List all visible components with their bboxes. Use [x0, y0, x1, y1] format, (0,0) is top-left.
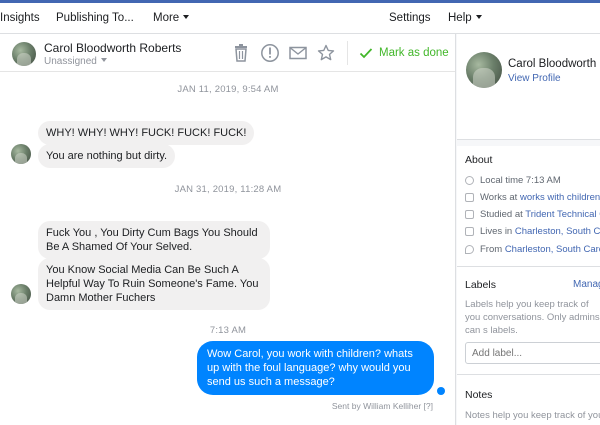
assignment-dropdown[interactable]: Unassigned: [44, 56, 107, 67]
profile-sidebar: Carol Bloodworth Roberts View Profile Ab…: [457, 34, 600, 425]
manage-labels-link[interactable]: Manag: [573, 279, 600, 290]
mail-icon[interactable]: [288, 43, 308, 63]
briefcase-icon: [465, 193, 474, 202]
about-text: From Charleston, South Carol: [480, 244, 600, 255]
labels-help-text: Labels help you keep track of you conver…: [465, 299, 600, 336]
nav-help-label: Help: [448, 12, 472, 24]
page-top-nav: Insights Publishing To... More Settings …: [0, 0, 600, 34]
profile-header: Carol Bloodworth Roberts View Profile: [457, 34, 600, 140]
home-icon: [465, 227, 474, 236]
about-title: About: [465, 154, 493, 166]
sent-by-text: Sent by William Kelliher: [331, 401, 422, 411]
graduation-icon: [465, 210, 474, 219]
nav-more[interactable]: More: [153, 12, 190, 24]
about-prefix: Works at: [480, 192, 520, 203]
conversation-pane: Carol Bloodworth Roberts Unassigned Mark…: [0, 34, 456, 425]
incoming-message: WHY! WHY! WHY! FUCK! FUCK! FUCK!: [38, 121, 255, 145]
date-separator: JAN 31, 2019, 11:28 AM: [174, 184, 282, 195]
date-separator: JAN 11, 2019, 9:54 AM: [177, 84, 279, 95]
nav-settings[interactable]: Settings: [389, 12, 431, 24]
profile-avatar[interactable]: [466, 52, 502, 88]
message-timestamp: 7:13 AM: [209, 325, 247, 336]
sender-avatar: [11, 144, 31, 164]
about-text: Works at works with children: [480, 192, 600, 203]
chevron-down-icon: [475, 15, 482, 19]
check-icon: [359, 48, 373, 59]
incoming-message: Fuck You , You Dirty Cum Bags You Should…: [38, 221, 270, 259]
assignment-label: Unassigned: [44, 56, 97, 67]
clock-icon: [465, 176, 474, 185]
avatar[interactable]: [12, 42, 36, 66]
divider: [457, 266, 600, 267]
school-link[interactable]: Trident Technical C: [525, 209, 600, 220]
seen-indicator-icon: [437, 387, 445, 395]
view-profile-link[interactable]: View Profile: [508, 73, 561, 84]
sent-by-help-link[interactable]: [?]: [424, 401, 433, 411]
about-text: Lives in Charleston, South Ca: [480, 226, 600, 237]
spam-icon[interactable]: [260, 43, 280, 63]
about-lives-in: Lives in Charleston, South Ca: [465, 226, 600, 237]
labels-title: Labels: [465, 279, 496, 291]
mark-as-done-button[interactable]: Mark as done: [347, 41, 455, 65]
trash-icon[interactable]: [231, 43, 251, 63]
about-prefix: Studied at: [480, 209, 526, 220]
about-from: From Charleston, South Carol: [465, 244, 600, 255]
nav-publishing-tools[interactable]: Publishing To...: [56, 12, 134, 24]
notes-title: Notes: [465, 389, 493, 401]
outgoing-message: Wow Carol, you work with children? whats…: [197, 341, 434, 395]
nav-insights[interactable]: Insights: [0, 12, 40, 24]
add-label-input[interactable]: [465, 342, 600, 364]
profile-name[interactable]: Carol Bloodworth Roberts: [508, 58, 600, 70]
section-gap: [457, 140, 600, 146]
about-prefix: From: [480, 244, 505, 255]
conversation-header: Carol Bloodworth Roberts Unassigned Mark…: [0, 34, 455, 72]
divider: [457, 374, 600, 375]
mark-as-done-label: Mark as done: [379, 47, 449, 59]
star-icon[interactable]: [316, 43, 336, 63]
hometown-link[interactable]: Charleston, South Carol: [505, 244, 600, 255]
location-icon: [465, 245, 474, 254]
work-link[interactable]: works with children: [520, 192, 600, 203]
about-text: Local time 7:13 AM: [480, 175, 561, 186]
about-education: Studied at Trident Technical C: [465, 209, 600, 220]
about-local-time: Local time 7:13 AM: [465, 175, 561, 186]
chevron-down-icon: [183, 15, 190, 19]
about-prefix: Lives in: [480, 226, 515, 237]
about-text: Studied at Trident Technical C: [480, 209, 600, 220]
nav-help[interactable]: Help: [448, 12, 482, 24]
about-work: Works at works with children: [465, 192, 600, 203]
city-link[interactable]: Charleston, South Ca: [515, 226, 600, 237]
sent-by-label: Sent by William Kelliher [?]: [332, 401, 433, 411]
nav-more-label: More: [153, 12, 180, 24]
incoming-message: You Know Social Media Can Be Such A Help…: [38, 258, 270, 310]
contact-name[interactable]: Carol Bloodworth Roberts: [44, 41, 181, 55]
notes-help-text: Notes help you keep track of you: [465, 410, 600, 421]
chevron-down-icon: [100, 58, 107, 62]
incoming-message: You are nothing but dirty.: [38, 144, 176, 168]
sender-avatar: [11, 284, 31, 304]
